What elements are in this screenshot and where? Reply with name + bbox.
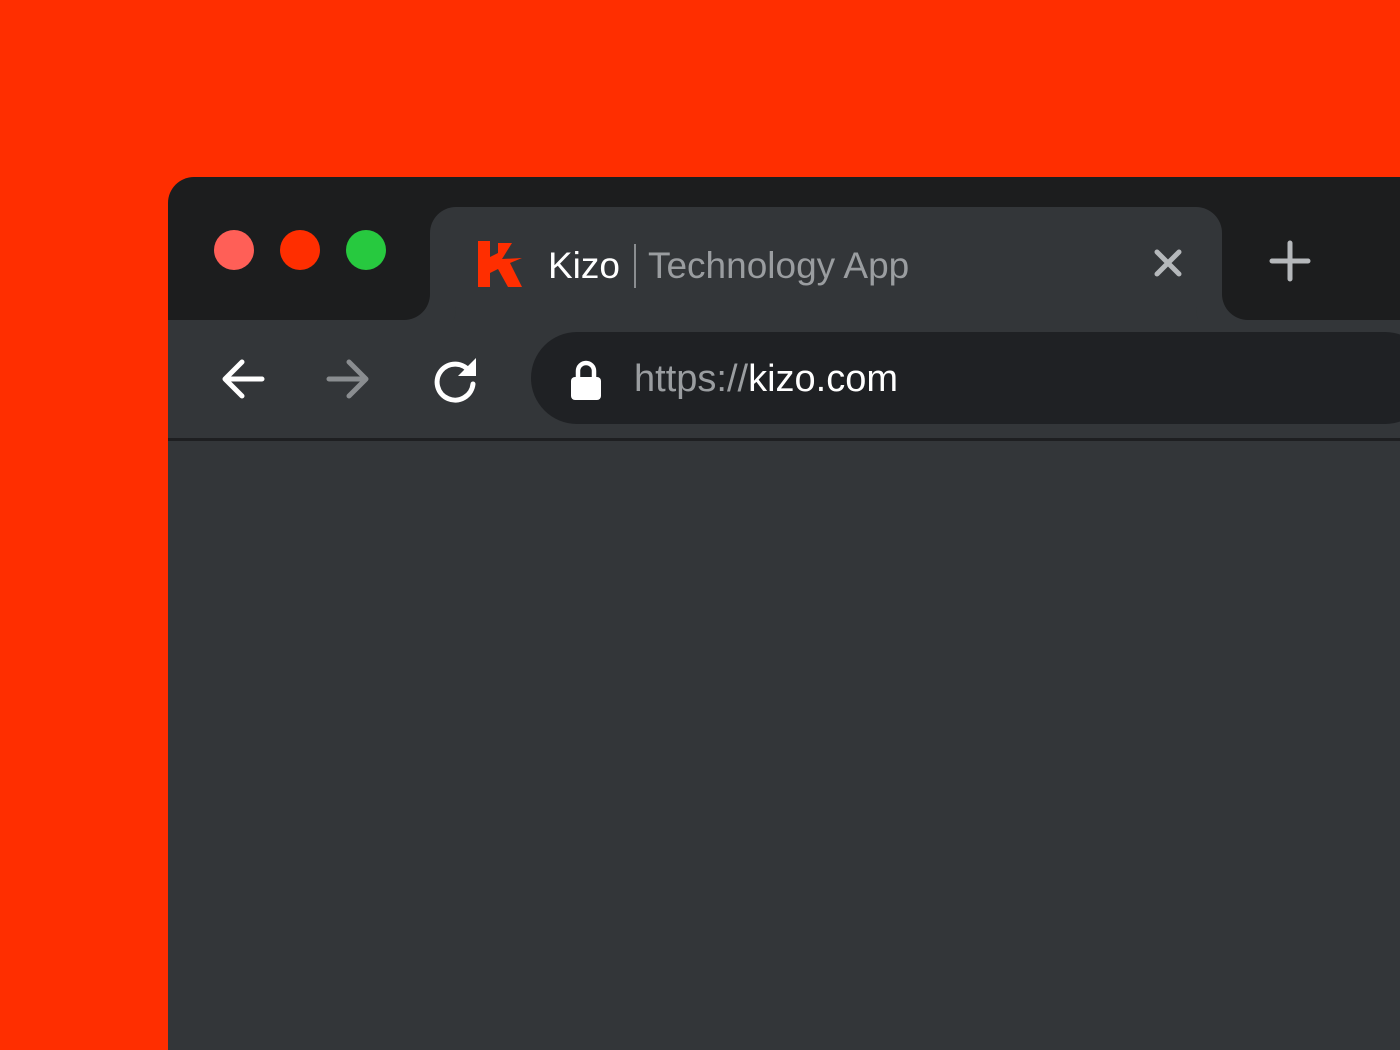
- page-content[interactable]: [168, 441, 1400, 1050]
- tab-active[interactable]: Kizo Technology App: [430, 207, 1222, 320]
- toolbar: https:// kizo.com: [168, 320, 1400, 438]
- window-minimize-button[interactable]: [280, 230, 320, 270]
- url-text: https:// kizo.com: [634, 354, 898, 404]
- lock-icon: [571, 360, 601, 400]
- arrow-left-icon[interactable]: [218, 354, 268, 404]
- tab-title-subtitle: Technology App: [647, 245, 910, 286]
- tab-title-brand: Kizo: [548, 245, 620, 286]
- url-scheme: https://: [634, 357, 749, 400]
- arrow-right-icon[interactable]: [323, 354, 373, 404]
- plus-icon[interactable]: [1268, 239, 1312, 283]
- tab-title-separator: [633, 244, 636, 288]
- window-close-button[interactable]: [214, 230, 254, 270]
- kizo-logo-icon: [478, 241, 522, 287]
- reload-icon[interactable]: [430, 354, 480, 404]
- url-host: kizo.com: [748, 357, 898, 400]
- close-icon[interactable]: [1150, 245, 1186, 281]
- browser-window: Kizo Technology App https:// kizo.com: [168, 177, 1400, 1050]
- title-bar: Kizo Technology App: [168, 177, 1400, 320]
- tab-title: Kizo Technology App: [548, 241, 909, 291]
- window-maximize-button[interactable]: [346, 230, 386, 270]
- address-bar[interactable]: https:// kizo.com: [531, 332, 1400, 424]
